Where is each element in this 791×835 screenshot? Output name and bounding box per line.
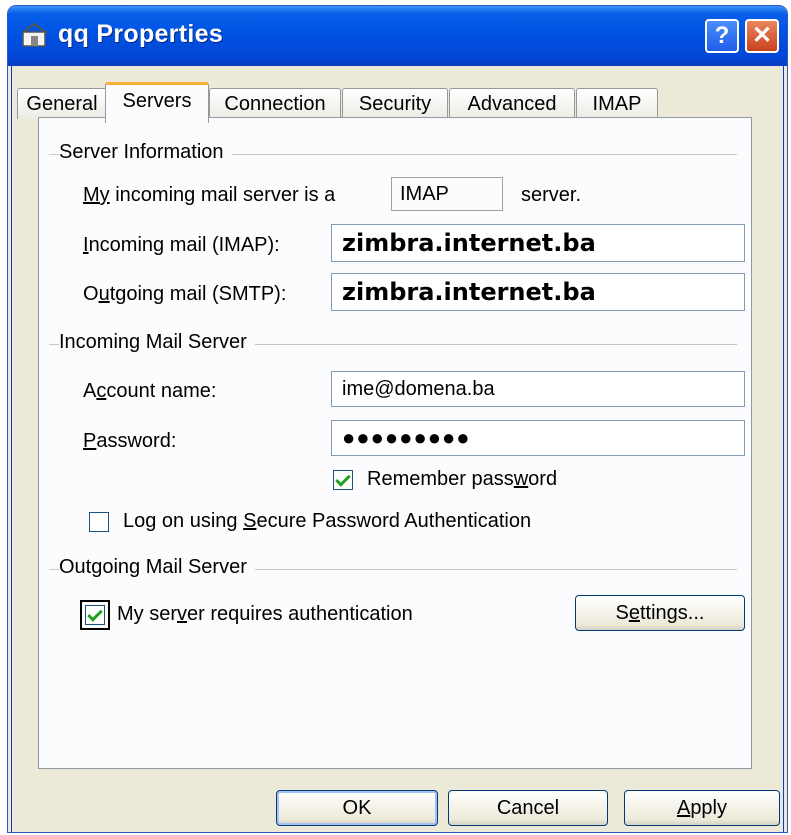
server-requires-auth-label[interactable]: My server requires authentication (117, 603, 413, 626)
outgoing-server-field[interactable]: zimbra.internet.ba (331, 273, 745, 311)
incoming-mail-label: Incoming mail (IMAP): (83, 234, 280, 256)
tab-general[interactable]: General (17, 88, 107, 119)
spa-label[interactable]: Log on using Secure Password Authenticat… (123, 510, 531, 533)
tab-advanced[interactable]: Advanced (449, 88, 575, 119)
properties-dialog: qq Properties ? ✕ General Servers Connec… (8, 6, 787, 832)
cancel-button[interactable]: Cancel (448, 790, 608, 826)
incoming-mail-server-label: Incoming Mail Server (59, 331, 255, 354)
remember-password-label[interactable]: Remember password (367, 468, 557, 491)
server-information-label: Server Information (59, 141, 232, 164)
account-name-label: Account name: (83, 380, 217, 402)
incoming-type-label: My incoming mail server is a (83, 184, 336, 206)
apply-button[interactable]: Apply (624, 790, 780, 826)
tab-servers[interactable]: Servers (105, 82, 209, 123)
dialog-client: General Servers Connection Security Adva… (11, 66, 784, 832)
mail-account-icon (21, 22, 48, 47)
incoming-type-value: IMAP (391, 177, 503, 211)
spa-checkbox[interactable] (89, 512, 109, 532)
tab-imap[interactable]: IMAP (576, 88, 658, 119)
tab-security[interactable]: Security (342, 88, 448, 119)
window-title: qq Properties (58, 20, 224, 48)
account-name-field[interactable]: ime@domena.ba (331, 371, 745, 407)
outgoing-mail-label: Outgoing mail (SMTP): (83, 283, 287, 305)
outgoing-mail-server-label: Outgoing Mail Server (59, 556, 255, 579)
password-field[interactable]: ●●●●●●●●● (331, 420, 745, 456)
close-button[interactable]: ✕ (745, 19, 779, 53)
incoming-server-field[interactable]: zimbra.internet.ba (331, 224, 745, 262)
password-label: Password: (83, 430, 177, 452)
title-bar[interactable]: qq Properties ? ✕ (8, 6, 787, 66)
servers-tab-panel: Server Information My incoming mail serv… (38, 117, 752, 769)
help-button[interactable]: ? (705, 19, 739, 53)
incoming-type-suffix: server. (521, 184, 582, 206)
settings-button[interactable]: Se ttings... (575, 595, 745, 631)
tab-connection[interactable]: Connection (209, 88, 341, 119)
server-requires-auth-checkbox[interactable] (80, 600, 110, 630)
remember-password-checkbox[interactable] (333, 470, 353, 490)
ok-button[interactable]: OK (276, 790, 438, 826)
